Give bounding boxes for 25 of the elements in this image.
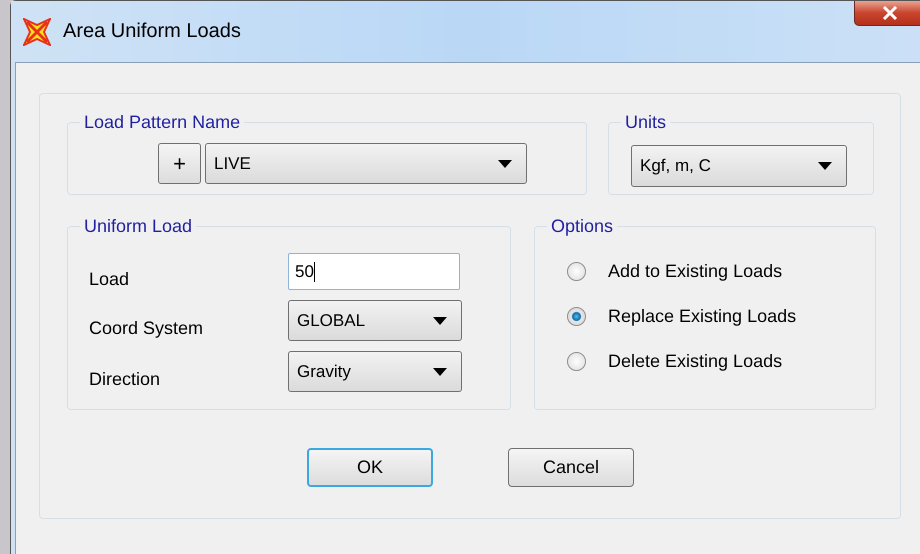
field-label: Coord System [89, 318, 204, 339]
close-icon [882, 6, 898, 20]
option-label: Delete Existing Loads [608, 351, 782, 372]
radio-button[interactable] [567, 307, 586, 326]
field-label: Load [89, 269, 130, 290]
caret-icon [433, 368, 447, 376]
ok-button[interactable]: OK [307, 448, 433, 487]
window-title: Area Uniform Loads [63, 20, 241, 43]
units-dropdown[interactable]: Kgf, m, C [631, 145, 847, 187]
pattern-dropdown[interactable]: LIVE [205, 143, 527, 184]
dropdown[interactable]: Gravity [288, 351, 462, 392]
caret-icon [818, 162, 832, 170]
radio-button[interactable] [567, 262, 586, 281]
load-field[interactable]: 50 [288, 253, 460, 290]
caret-icon [433, 316, 447, 324]
caret-icon [498, 160, 512, 168]
dropdown[interactable]: GLOBAL [288, 300, 462, 341]
option-label: Replace Existing Loads [608, 306, 796, 327]
radio-button[interactable] [567, 352, 586, 371]
star-icon [23, 18, 51, 46]
cancel-button[interactable]: Cancel [508, 448, 634, 487]
option-label: Add to Existing Loads [608, 261, 782, 282]
add-button[interactable]: + [158, 143, 201, 184]
close-button[interactable] [854, 1, 920, 26]
field-label: Direction [89, 369, 162, 390]
